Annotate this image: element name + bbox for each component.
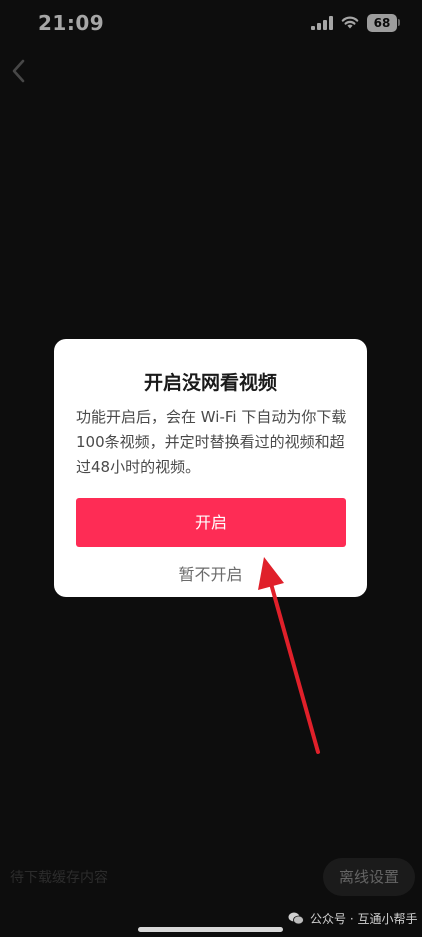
not-now-button[interactable]: 暂不开启 xyxy=(54,561,367,585)
enable-button[interactable]: 开启 xyxy=(76,498,346,547)
watermark-text: 公众号 · 互通小帮手 xyxy=(310,912,418,926)
watermark: 公众号 · 互通小帮手 xyxy=(288,910,417,927)
wechat-icon xyxy=(288,912,304,925)
screen: 21:09 68 待下载缓存内容 离线设置 开启没网看视频 功能开启后，会在 W… xyxy=(0,0,422,937)
home-indicator[interactable] xyxy=(138,927,283,932)
dialog-title: 开启没网看视频 xyxy=(143,372,277,394)
offline-video-dialog: 开启没网看视频 功能开启后，会在 Wi-Fi 下自动为你下载100条视频，并定时… xyxy=(54,339,367,597)
dialog-description: 功能开启后，会在 Wi-Fi 下自动为你下载100条视频，并定时替换看过的视频和… xyxy=(76,408,347,476)
